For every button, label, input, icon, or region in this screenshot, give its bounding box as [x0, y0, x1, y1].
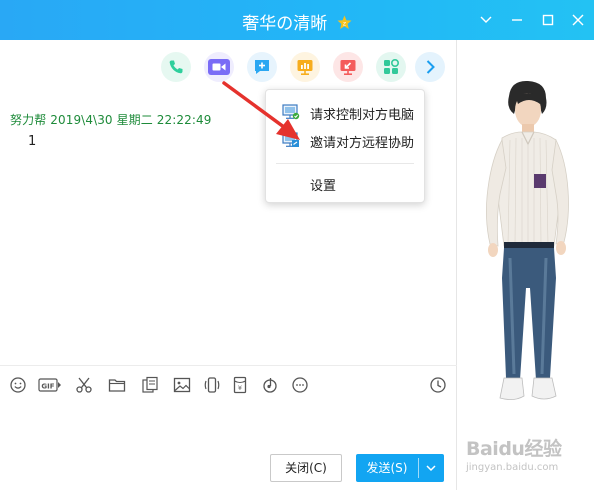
phone-icon [169, 60, 183, 74]
music-icon[interactable] [260, 375, 280, 395]
send-button-label: 发送(S) [366, 461, 408, 475]
minimize-icon[interactable] [508, 11, 526, 29]
video-call-icon [208, 59, 230, 75]
send-options-chevron-icon[interactable] [422, 459, 440, 477]
close-window-icon[interactable] [569, 11, 587, 29]
svg-text:z: z [343, 20, 346, 27]
remote-assist-icon [282, 131, 300, 149]
new-chat-icon [255, 60, 269, 74]
red-packet-icon[interactable]: ¥ [230, 375, 250, 395]
message-sender: 努力帮 [10, 113, 47, 127]
send-button[interactable]: 发送(S) [356, 454, 444, 482]
folder-icon[interactable] [107, 375, 127, 395]
window-title-text: 奢华の清晰 [242, 14, 328, 34]
star-badge-icon: z [337, 15, 352, 30]
input-toolbar: GIF ¥ [0, 365, 457, 401]
share-screen-icon [297, 60, 313, 76]
title-bar: 奢华の清晰 z [0, 0, 594, 40]
screenshot-scissors-icon[interactable] [74, 375, 94, 395]
more-options-icon[interactable] [290, 375, 310, 395]
new-chat-button[interactable] [247, 52, 277, 82]
watermark-main: Baidu经验 [466, 438, 562, 460]
phone-call-button[interactable] [161, 52, 191, 82]
share-screen-button[interactable] [290, 52, 320, 82]
menu-divider [276, 163, 414, 164]
menu-item-label: 邀请对方远程协助 [310, 136, 415, 151]
video-call-button[interactable] [204, 52, 234, 82]
remote-desktop-icon [340, 60, 356, 76]
svg-text:¥: ¥ [238, 384, 242, 392]
more-tools-button[interactable] [415, 52, 445, 82]
remote-control-icon [282, 103, 300, 121]
apps-icon [384, 58, 400, 74]
more-arrow-icon [426, 60, 435, 74]
contact-side-panel [458, 40, 594, 490]
apps-button[interactable] [376, 52, 406, 82]
shake-window-icon[interactable] [202, 375, 222, 395]
remote-assist-menu: 请求控制对方电脑 邀请对方远程协助 设置 [265, 89, 425, 203]
emoji-icon[interactable] [8, 375, 28, 395]
close-button[interactable]: 关闭(C) [270, 454, 342, 482]
menu-item-label: 请求控制对方电脑 [310, 108, 415, 123]
contact-avatar [486, 80, 569, 400]
watermark-sub: jingyan.baidu.com [466, 462, 559, 473]
baidu-watermark: Baidu经验 jingyan.baidu.com [466, 434, 590, 482]
image-icon[interactable] [172, 375, 192, 395]
message-body: 1 [28, 134, 37, 149]
dropdown-chevron-icon[interactable] [477, 11, 495, 29]
window-title: 奢华の清晰 z [0, 9, 594, 34]
maximize-icon[interactable] [539, 11, 557, 29]
remote-desktop-button[interactable] [333, 52, 363, 82]
send-divider [418, 458, 419, 478]
svg-text:GIF: GIF [41, 383, 54, 391]
gif-icon[interactable]: GIF [38, 375, 62, 395]
menu-item-label: 设置 [310, 179, 337, 194]
menu-item-invite-assist[interactable]: 邀请对方远程协助 [266, 126, 424, 154]
menu-item-request-control[interactable]: 请求控制对方电脑 [266, 98, 424, 126]
history-clock-icon[interactable] [428, 375, 448, 395]
message-time: 2019\4\30 星期二 22:22:49 [50, 113, 212, 127]
doc-share-icon[interactable] [140, 375, 160, 395]
message-header: 努力帮 2019\4\30 星期二 22:22:49 [10, 111, 212, 128]
menu-item-settings[interactable]: 设置 [266, 169, 424, 197]
